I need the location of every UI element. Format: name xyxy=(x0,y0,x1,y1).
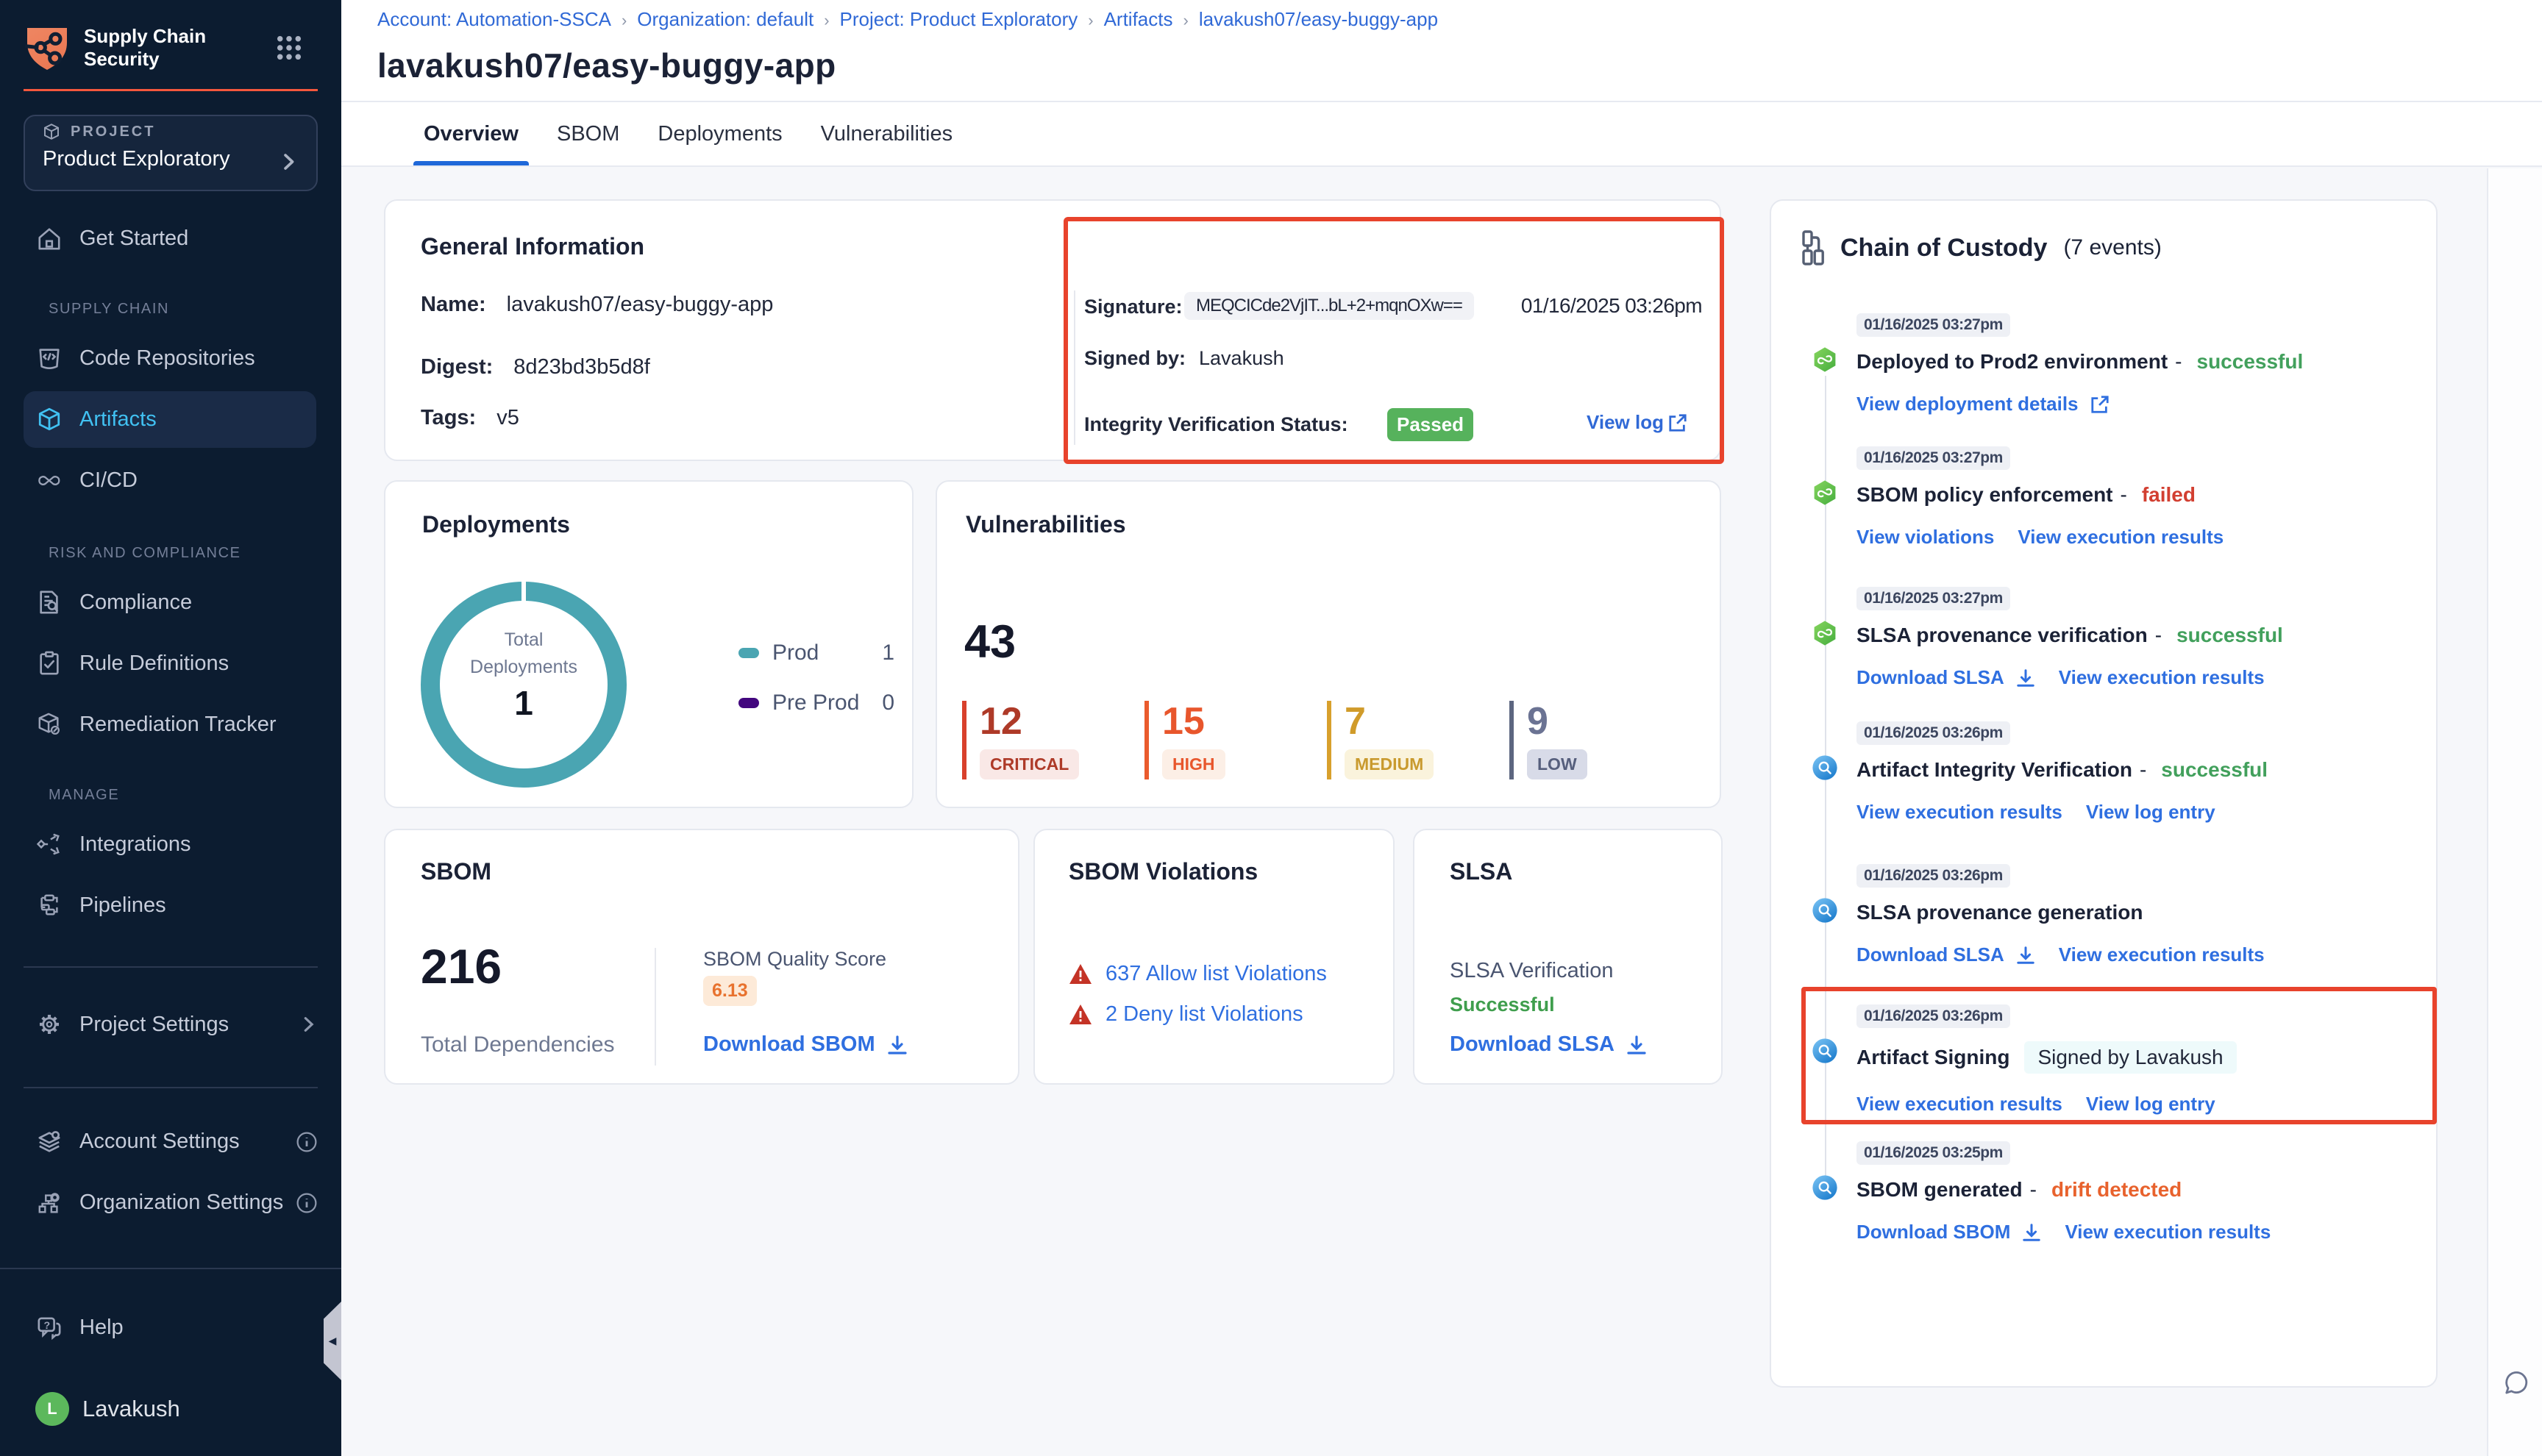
svg-text:?: ? xyxy=(43,1319,50,1331)
